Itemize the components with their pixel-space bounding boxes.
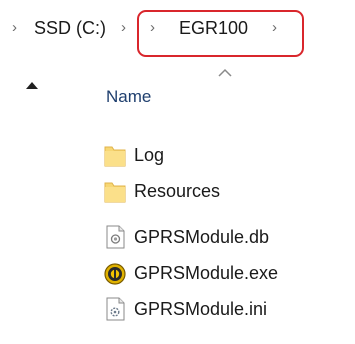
list-item-file[interactable]: GPRSModule.ini bbox=[103, 294, 343, 324]
name-column-header[interactable]: Name bbox=[106, 87, 151, 107]
list-item-folder[interactable]: Log bbox=[103, 140, 343, 170]
folder-icon bbox=[104, 146, 126, 167]
list-item-label: GPRSModule.exe bbox=[134, 263, 279, 283]
list-item-folder[interactable]: Resources bbox=[103, 176, 343, 206]
folder-icon bbox=[104, 182, 126, 203]
sort-ascending-icon bbox=[218, 68, 232, 77]
breadcrumb-drive[interactable]: SSD (C:) bbox=[34, 19, 106, 37]
list-item-label: GPRSModule.ini bbox=[134, 299, 268, 319]
breadcrumb-separator-icon[interactable]: › bbox=[121, 20, 126, 35]
application-icon bbox=[104, 263, 126, 285]
list-item-label: Log bbox=[134, 145, 165, 165]
list-item-file[interactable]: GPRSModule.exe bbox=[103, 258, 343, 288]
scroll-up-arrow-icon[interactable] bbox=[26, 82, 38, 89]
address-bar[interactable]: › SSD (C:) › › EGR100 › bbox=[0, 0, 355, 58]
list-item-file[interactable]: GPRSModule.db bbox=[103, 222, 343, 252]
list-item-label: Resources bbox=[134, 181, 221, 201]
breadcrumb-separator-icon[interactable]: › bbox=[12, 20, 17, 35]
highlight-annotation bbox=[137, 10, 304, 57]
database-file-icon bbox=[106, 225, 125, 249]
settings-file-icon bbox=[106, 297, 125, 321]
list-item-label: GPRSModule.db bbox=[134, 227, 270, 247]
